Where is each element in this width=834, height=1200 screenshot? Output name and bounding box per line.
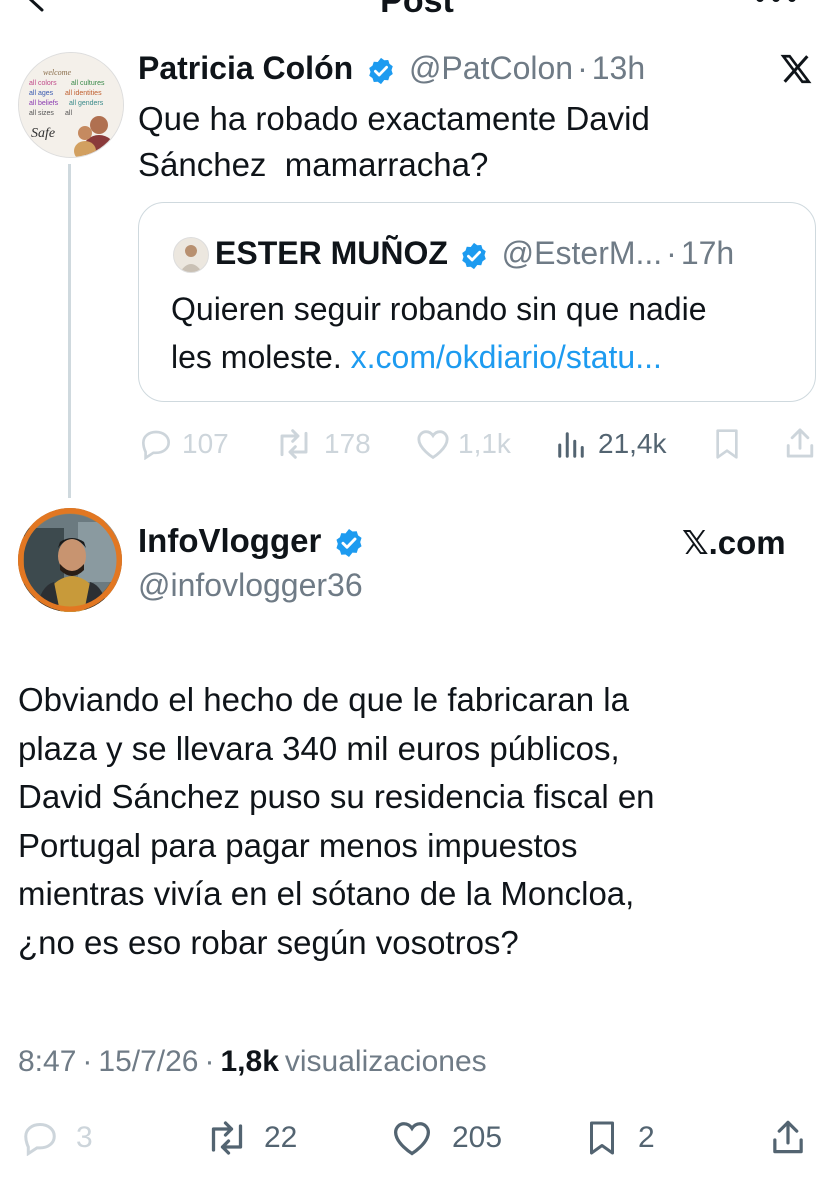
like-icon[interactable] xyxy=(416,428,450,460)
reply-count: 107 xyxy=(182,428,229,459)
main-author-name-row: InfoVlogger xyxy=(138,520,365,562)
views-icon[interactable] xyxy=(556,430,586,460)
repost-count: 178 xyxy=(324,428,371,459)
like-icon[interactable] xyxy=(392,1120,432,1156)
separator-dot: · xyxy=(82,1045,93,1078)
quote-link[interactable]: x.com/okdiario/statu... xyxy=(351,339,662,375)
main-meta-row: 8:47 · 15/7/26 · 1,8k visualizaciones xyxy=(18,1042,487,1082)
verified-badge-icon xyxy=(366,56,396,86)
quote-time: 17h xyxy=(680,235,735,271)
main-author-handle[interactable]: @infovlogger36 xyxy=(138,564,363,606)
repost-icon[interactable] xyxy=(274,428,314,460)
main-actions-bar: 3 22 205 2 xyxy=(18,1114,818,1162)
top-bar: Post xyxy=(0,0,834,18)
avatar-word: all xyxy=(65,110,72,117)
reply-icon[interactable] xyxy=(140,428,172,460)
share-icon[interactable] xyxy=(770,1118,806,1156)
reply-actions-bar: 107 178 1,1k 21,4k xyxy=(138,422,818,466)
avatar-infovlogger[interactable] xyxy=(18,508,122,612)
verified-badge-icon xyxy=(459,241,489,271)
x-com-brand: 𝕏.com xyxy=(682,524,786,561)
avatar-word: Safe xyxy=(31,126,55,141)
views-count: 21,4k xyxy=(598,428,667,459)
main-text-line: David Sánchez puso su residencia fiscal … xyxy=(18,778,655,816)
views-count: 1,8k xyxy=(220,1045,279,1078)
main-tweet-text: Obviando el hecho de que le fabricaran l… xyxy=(18,676,818,968)
main-text-line: Obviando el hecho de que le fabricaran l… xyxy=(18,681,629,718)
avatar-word: all genders xyxy=(69,100,104,107)
main-text-line: Portugal para pagar menos impuestos xyxy=(18,826,578,864)
avatar-ester xyxy=(173,237,209,273)
avatar-word: all beliefs xyxy=(29,100,59,107)
reply-header: Patricia Colón @PatColon · 13h xyxy=(138,48,645,88)
reply-author-name[interactable]: Patricia Colón xyxy=(138,50,353,86)
main-text-line: ¿no es eso robar según vosotros? xyxy=(18,923,519,961)
reply-text-line: Sánchez mamarracha? xyxy=(138,146,489,183)
x-logo-icon xyxy=(778,52,814,86)
verified-badge-icon xyxy=(333,527,365,559)
avatar-patricia[interactable]: welcome all colors all cultures all ages… xyxy=(18,52,124,158)
reply-icon[interactable] xyxy=(22,1120,58,1156)
bookmark-count: 2 xyxy=(638,1121,655,1154)
reply-handle[interactable]: @PatColon xyxy=(409,50,573,86)
like-count: 205 xyxy=(452,1121,503,1154)
share-icon[interactable] xyxy=(784,426,816,460)
quote-text-line: Quieren seguir robando sin que nadie xyxy=(171,291,707,327)
quote-text: Quieren seguir robando sin que nadie les… xyxy=(171,285,706,381)
quote-handle: @EsterM... xyxy=(501,235,663,271)
repost-count: 22 xyxy=(264,1121,298,1154)
post-time[interactable]: 8:47 xyxy=(18,1045,76,1078)
avatar-word: all sizes xyxy=(29,110,54,117)
reply-text-line: Que ha robado exactamente David xyxy=(138,100,650,137)
avatar-word: all colors xyxy=(29,80,57,87)
avatar-word: all cultures xyxy=(71,80,105,87)
main-author-name[interactable]: InfoVlogger xyxy=(138,522,321,559)
main-text-line: plaza y se llevara 340 mil euros público… xyxy=(18,729,620,767)
quote-header: ESTER MUÑOZ @EsterM... · 17h xyxy=(215,233,734,273)
quote-author-name: ESTER MUÑOZ xyxy=(215,235,448,271)
page-title: Post xyxy=(0,0,834,18)
separator-dot: · xyxy=(577,50,588,86)
avatar-word: all ages xyxy=(29,90,54,97)
separator-dot: · xyxy=(204,1045,215,1078)
views-label: visualizaciones xyxy=(284,1045,487,1078)
quote-text-plain: les moleste. xyxy=(171,339,351,375)
quote-text-line: les moleste. x.com/okdiario/statu... xyxy=(171,333,706,381)
avatar-word: welcome xyxy=(43,68,71,77)
more-icon[interactable] xyxy=(752,0,800,8)
repost-icon[interactable] xyxy=(204,1120,250,1156)
thread-line xyxy=(68,164,71,498)
avatar-word: all identities xyxy=(65,90,102,97)
post-date[interactable]: 15/7/26 xyxy=(98,1045,198,1078)
main-text-line: mientras vivía en el sótano de la Monclo… xyxy=(18,875,635,913)
quoted-tweet-card[interactable]: ESTER MUÑOZ @EsterM... · 17h Quieren segui… xyxy=(138,202,816,402)
separator-dot: · xyxy=(666,235,677,271)
reply-time[interactable]: 13h xyxy=(592,50,645,86)
bookmark-icon[interactable] xyxy=(586,1120,618,1156)
reply-count: 3 xyxy=(76,1121,93,1154)
reply-text: Que ha robado exactamente David Sánchez … xyxy=(138,96,650,188)
like-count: 1,1k xyxy=(458,428,511,459)
bookmark-icon[interactable] xyxy=(712,428,742,460)
